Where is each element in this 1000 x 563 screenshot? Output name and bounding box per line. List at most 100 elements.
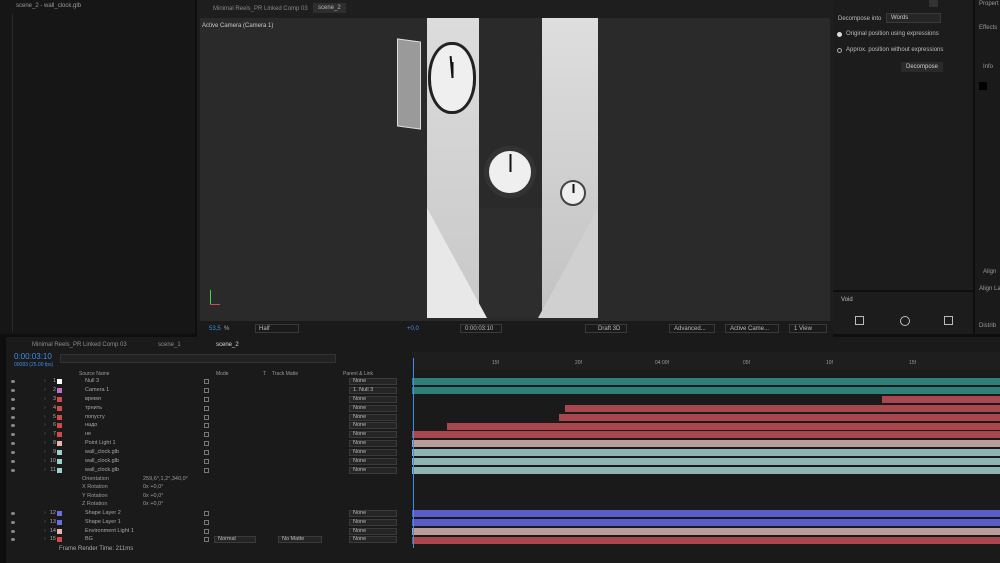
layer-row[interactable]: › 3 время None xyxy=(6,395,406,404)
parent-select[interactable]: None xyxy=(349,413,397,421)
parent-select[interactable]: None xyxy=(349,422,397,430)
layer-name[interactable]: wall_clock.glb xyxy=(85,448,119,457)
switch-icon[interactable] xyxy=(204,423,209,429)
layer-row[interactable]: › 15 BG Normal No Matte None xyxy=(6,535,406,544)
label-color-swatch[interactable] xyxy=(57,387,62,393)
eye-icon[interactable] xyxy=(11,397,15,401)
layer-name[interactable]: не xyxy=(85,430,91,439)
label-color-swatch[interactable] xyxy=(57,414,62,420)
frame-icon[interactable] xyxy=(855,316,864,325)
layer-name[interactable]: Shape Layer 2 xyxy=(85,509,121,518)
switch-icon[interactable] xyxy=(204,510,209,516)
label-color-swatch[interactable] xyxy=(57,432,62,438)
eye-icon[interactable] xyxy=(11,520,15,524)
eye-icon[interactable] xyxy=(11,460,15,464)
layer-row[interactable]: › 1 Null 3 None xyxy=(6,377,406,386)
parent-select[interactable]: None xyxy=(349,458,397,466)
layer-name[interactable]: wall_clock.glb xyxy=(85,466,119,475)
layer-row[interactable]: › 14 Environment Light 1 None xyxy=(6,527,406,536)
layer-row[interactable]: › 9 wall_clock.glb None xyxy=(6,448,406,457)
layer-duration-bar[interactable] xyxy=(412,449,1000,457)
properties-tab[interactable]: Propert xyxy=(979,0,999,8)
label-color-swatch[interactable] xyxy=(57,441,62,447)
eye-icon[interactable] xyxy=(11,415,15,419)
playhead[interactable] xyxy=(413,358,414,548)
align-tab[interactable]: Align xyxy=(983,268,996,276)
eye-icon[interactable] xyxy=(11,511,15,515)
property-value[interactable]: 0x +0,0° xyxy=(143,484,163,490)
layer-duration-bar[interactable] xyxy=(564,404,1000,412)
eye-icon[interactable] xyxy=(11,442,15,446)
label-color-swatch[interactable] xyxy=(57,396,62,402)
composition-viewer[interactable]: Active Camera (Camera 1) xyxy=(200,18,830,321)
exposure-value[interactable]: +0,0 xyxy=(407,325,419,333)
timeline-tab-scene2[interactable]: scene_2 xyxy=(216,340,239,351)
switch-icon[interactable] xyxy=(204,441,209,447)
layer-name[interactable]: трнить xyxy=(85,404,102,413)
switch-icon[interactable] xyxy=(204,519,209,525)
label-color-swatch[interactable] xyxy=(57,405,62,411)
layer-duration-bar[interactable] xyxy=(412,536,1000,544)
label-color-swatch[interactable] xyxy=(57,528,62,534)
layer-duration-bar[interactable] xyxy=(882,395,1000,403)
switch-icon[interactable] xyxy=(204,387,209,393)
label-color-swatch[interactable] xyxy=(57,510,62,516)
views-select[interactable]: 1 View xyxy=(789,324,827,333)
label-color-swatch[interactable] xyxy=(57,423,62,429)
switch-icon[interactable] xyxy=(204,396,209,402)
layer-duration-bar[interactable] xyxy=(412,386,1000,394)
layer-duration-bar[interactable] xyxy=(412,467,1000,474)
layer-row[interactable]: › 10 wall_clock.glb None xyxy=(6,457,406,466)
switch-icon[interactable] xyxy=(204,528,209,534)
parent-select[interactable]: None xyxy=(349,378,397,385)
draft-3d-toggle[interactable]: Draft 3D xyxy=(585,324,627,333)
layer-name[interactable]: Environment Light 1 xyxy=(85,527,134,536)
decompose-select[interactable]: Words xyxy=(886,13,941,23)
layer-duration-bar[interactable] xyxy=(412,431,1000,439)
layer-duration-bar[interactable] xyxy=(412,527,1000,535)
parent-select[interactable]: None xyxy=(349,404,397,412)
switch-icon[interactable] xyxy=(204,379,209,384)
switch-icon[interactable] xyxy=(204,414,209,420)
parent-select[interactable]: None xyxy=(349,395,397,403)
eye-icon[interactable] xyxy=(11,433,15,437)
switch-icon[interactable] xyxy=(204,459,209,465)
layer-duration-bar[interactable] xyxy=(412,378,1000,385)
viewer-tab-scene2[interactable]: scene_2 xyxy=(313,3,346,13)
renderer-select[interactable]: Advanced... xyxy=(669,324,715,333)
eye-icon[interactable] xyxy=(11,380,15,383)
decompose-button[interactable]: Decompose xyxy=(901,62,944,72)
label-color-swatch[interactable] xyxy=(57,450,62,456)
timeline-tab-scene1[interactable]: scene_1 xyxy=(158,340,181,351)
label-color-swatch[interactable] xyxy=(57,537,62,543)
layer-row[interactable]: › 8 Point Light 1 None xyxy=(6,439,406,448)
layer-name[interactable]: Null 3 xyxy=(85,377,99,386)
layer-name[interactable]: Camera 1 xyxy=(85,386,109,395)
mode-select[interactable]: Normal xyxy=(214,536,256,544)
timeline-search-input[interactable] xyxy=(60,354,336,363)
layer-name[interactable]: wall_clock.glb xyxy=(85,457,119,466)
eye-icon[interactable] xyxy=(11,468,15,472)
radio-approx[interactable] xyxy=(837,48,842,53)
label-color-swatch[interactable] xyxy=(57,519,62,525)
parent-select[interactable]: 1. Null 3 xyxy=(349,386,397,394)
timeline-timecode[interactable]: 0:00:03:10 xyxy=(14,352,52,361)
layer-name[interactable]: время xyxy=(85,395,101,404)
layer-row[interactable]: › 5 попусту None xyxy=(6,413,406,422)
property-value[interactable]: 0x +0,0° xyxy=(143,501,163,507)
layer-duration-bar[interactable] xyxy=(412,440,1000,448)
switch-icon[interactable] xyxy=(204,467,209,473)
fit-icon[interactable] xyxy=(944,316,953,325)
camera-view-select[interactable]: Active Came... xyxy=(725,324,779,333)
layer-row[interactable]: › 13 Shape Layer 1 None xyxy=(6,518,406,527)
parent-select[interactable]: None xyxy=(349,536,397,544)
layer-duration-bar[interactable] xyxy=(412,518,1000,526)
parent-select[interactable]: None xyxy=(349,440,397,448)
layer-name[interactable]: попусту xyxy=(85,413,105,422)
motion-icon[interactable] xyxy=(900,316,910,326)
effects-tab[interactable]: Effects xyxy=(979,24,997,32)
eye-icon[interactable] xyxy=(11,451,15,455)
switch-icon[interactable] xyxy=(204,450,209,456)
info-tab[interactable]: Info xyxy=(983,63,993,71)
track-matte-select[interactable]: No Matte xyxy=(278,536,322,544)
